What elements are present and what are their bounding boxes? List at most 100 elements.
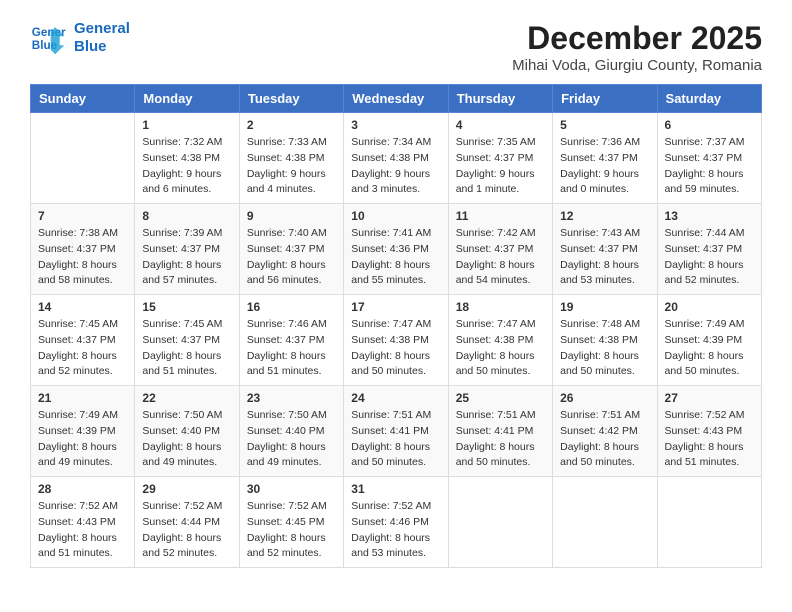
header-tuesday: Tuesday [239,85,343,113]
header-saturday: Saturday [657,85,761,113]
day-number: 3 [351,118,440,132]
calendar-header-row: SundayMondayTuesdayWednesdayThursdayFrid… [31,85,762,113]
day-info: Sunrise: 7:41 AM Sunset: 4:36 PM Dayligh… [351,226,440,289]
day-info: Sunrise: 7:34 AM Sunset: 4:38 PM Dayligh… [351,135,440,198]
day-number: 22 [142,391,231,405]
day-number: 28 [38,482,127,496]
day-cell: 23 Sunrise: 7:50 AM Sunset: 4:40 PM Dayli… [239,386,343,477]
day-info: Sunrise: 7:47 AM Sunset: 4:38 PM Dayligh… [456,317,545,380]
day-cell: 28 Sunrise: 7:52 AM Sunset: 4:43 PM Dayli… [31,477,135,568]
day-number: 26 [560,391,649,405]
day-cell: 22 Sunrise: 7:50 AM Sunset: 4:40 PM Dayli… [135,386,239,477]
day-info: Sunrise: 7:37 AM Sunset: 4:37 PM Dayligh… [665,135,754,198]
day-info: Sunrise: 7:49 AM Sunset: 4:39 PM Dayligh… [38,408,127,471]
day-number: 19 [560,300,649,314]
logo-general: General [74,20,130,38]
day-number: 12 [560,209,649,223]
day-info: Sunrise: 7:43 AM Sunset: 4:37 PM Dayligh… [560,226,649,289]
day-info: Sunrise: 7:39 AM Sunset: 4:37 PM Dayligh… [142,226,231,289]
logo-icon: General Blue [30,20,66,56]
day-cell: 19 Sunrise: 7:48 AM Sunset: 4:38 PM Dayli… [553,295,657,386]
day-info: Sunrise: 7:51 AM Sunset: 4:41 PM Dayligh… [456,408,545,471]
day-cell: 2 Sunrise: 7:33 AM Sunset: 4:38 PM Daylig… [239,113,343,204]
week-row-5: 28 Sunrise: 7:52 AM Sunset: 4:43 PM Dayli… [31,477,762,568]
day-info: Sunrise: 7:42 AM Sunset: 4:37 PM Dayligh… [456,226,545,289]
day-number: 2 [247,118,336,132]
day-cell: 3 Sunrise: 7:34 AM Sunset: 4:38 PM Daylig… [344,113,448,204]
day-number: 14 [38,300,127,314]
day-cell: 16Sunrise: 7:46 AM Sunset: 4:37 PM Dayli… [239,295,343,386]
day-number: 29 [142,482,231,496]
day-cell: 6 Sunrise: 7:37 AM Sunset: 4:37 PM Daylig… [657,113,761,204]
day-number: 15 [142,300,231,314]
day-cell [553,477,657,568]
day-info: Sunrise: 7:49 AM Sunset: 4:39 PM Dayligh… [665,317,754,380]
day-number: 17 [351,300,440,314]
day-cell: 21Sunrise: 7:49 AM Sunset: 4:39 PM Dayli… [31,386,135,477]
week-row-1: 1 Sunrise: 7:32 AM Sunset: 4:38 PM Daylig… [31,113,762,204]
day-number: 18 [456,300,545,314]
day-number: 4 [456,118,545,132]
day-info: Sunrise: 7:35 AM Sunset: 4:37 PM Dayligh… [456,135,545,198]
day-cell: 27 Sunrise: 7:52 AM Sunset: 4:43 PM Dayli… [657,386,761,477]
day-cell: 5Sunrise: 7:36 AM Sunset: 4:37 PM Daylig… [553,113,657,204]
day-info: Sunrise: 7:52 AM Sunset: 4:43 PM Dayligh… [665,408,754,471]
day-cell: 18 Sunrise: 7:47 AM Sunset: 4:38 PM Dayli… [448,295,552,386]
day-cell: 26Sunrise: 7:51 AM Sunset: 4:42 PM Dayli… [553,386,657,477]
day-info: Sunrise: 7:52 AM Sunset: 4:46 PM Dayligh… [351,499,440,562]
main-title: December 2025 [512,20,762,57]
day-cell: 24Sunrise: 7:51 AM Sunset: 4:41 PM Dayli… [344,386,448,477]
day-cell: 15 Sunrise: 7:45 AM Sunset: 4:37 PM Dayli… [135,295,239,386]
day-cell: 29 Sunrise: 7:52 AM Sunset: 4:44 PM Dayli… [135,477,239,568]
day-number: 8 [142,209,231,223]
day-number: 20 [665,300,754,314]
day-number: 27 [665,391,754,405]
day-info: Sunrise: 7:48 AM Sunset: 4:38 PM Dayligh… [560,317,649,380]
day-info: Sunrise: 7:52 AM Sunset: 4:45 PM Dayligh… [247,499,336,562]
subtitle: Mihai Voda, Giurgiu County, Romania [512,57,762,74]
day-number: 10 [351,209,440,223]
day-cell: 14 Sunrise: 7:45 AM Sunset: 4:37 PM Dayli… [31,295,135,386]
day-number: 23 [247,391,336,405]
svg-text:General: General [32,26,66,39]
logo: General Blue General Blue [30,20,130,56]
day-info: Sunrise: 7:50 AM Sunset: 4:40 PM Dayligh… [142,408,231,471]
day-number: 16 [247,300,336,314]
header-wednesday: Wednesday [344,85,448,113]
day-info: Sunrise: 7:47 AM Sunset: 4:38 PM Dayligh… [351,317,440,380]
day-cell: 11Sunrise: 7:42 AM Sunset: 4:37 PM Dayli… [448,204,552,295]
day-number: 5 [560,118,649,132]
day-number: 31 [351,482,440,496]
day-info: Sunrise: 7:50 AM Sunset: 4:40 PM Dayligh… [247,408,336,471]
title-area: December 2025 Mihai Voda, Giurgiu County… [512,20,762,74]
day-cell: 20 Sunrise: 7:49 AM Sunset: 4:39 PM Dayli… [657,295,761,386]
day-info: Sunrise: 7:52 AM Sunset: 4:43 PM Dayligh… [38,499,127,562]
day-number: 1 [142,118,231,132]
day-cell: 31 Sunrise: 7:52 AM Sunset: 4:46 PM Dayli… [344,477,448,568]
header: General Blue General Blue December 2025 … [30,20,762,74]
day-number: 24 [351,391,440,405]
day-number: 13 [665,209,754,223]
day-cell: 1 Sunrise: 7:32 AM Sunset: 4:38 PM Daylig… [135,113,239,204]
day-number: 7 [38,209,127,223]
logo-blue: Blue [74,38,130,56]
calendar: SundayMondayTuesdayWednesdayThursdayFrid… [30,84,762,568]
header-friday: Friday [553,85,657,113]
week-row-4: 21Sunrise: 7:49 AM Sunset: 4:39 PM Dayli… [31,386,762,477]
day-info: Sunrise: 7:33 AM Sunset: 4:38 PM Dayligh… [247,135,336,198]
day-cell: 7Sunrise: 7:38 AM Sunset: 4:37 PM Daylig… [31,204,135,295]
day-cell [31,113,135,204]
day-cell: 12 Sunrise: 7:43 AM Sunset: 4:37 PM Dayli… [553,204,657,295]
day-info: Sunrise: 7:45 AM Sunset: 4:37 PM Dayligh… [142,317,231,380]
day-info: Sunrise: 7:45 AM Sunset: 4:37 PM Dayligh… [38,317,127,380]
week-row-3: 14 Sunrise: 7:45 AM Sunset: 4:37 PM Dayli… [31,295,762,386]
week-row-2: 7Sunrise: 7:38 AM Sunset: 4:37 PM Daylig… [31,204,762,295]
header-sunday: Sunday [31,85,135,113]
day-info: Sunrise: 7:44 AM Sunset: 4:37 PM Dayligh… [665,226,754,289]
day-number: 6 [665,118,754,132]
day-cell: 30Sunrise: 7:52 AM Sunset: 4:45 PM Dayli… [239,477,343,568]
day-info: Sunrise: 7:52 AM Sunset: 4:44 PM Dayligh… [142,499,231,562]
day-info: Sunrise: 7:32 AM Sunset: 4:38 PM Dayligh… [142,135,231,198]
day-number: 9 [247,209,336,223]
header-thursday: Thursday [448,85,552,113]
